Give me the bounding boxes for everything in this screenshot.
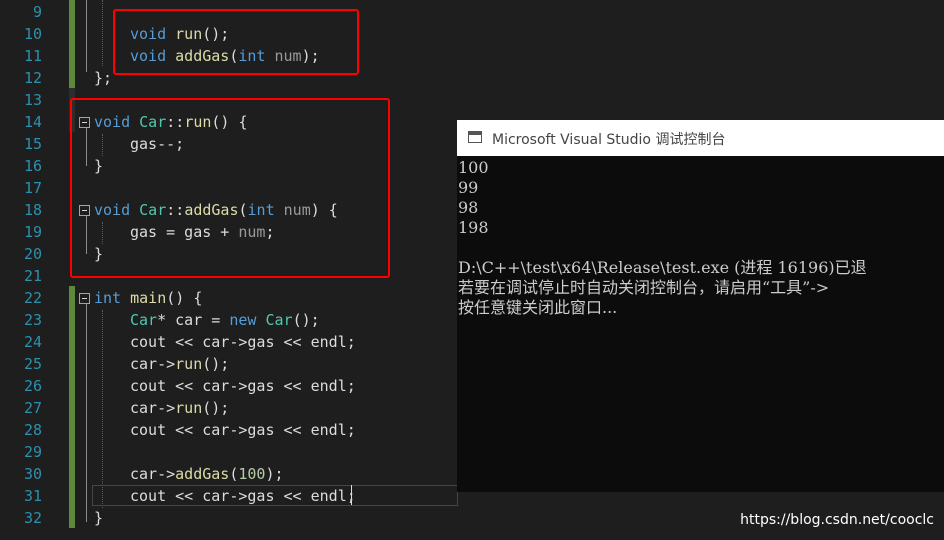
structure-line — [86, 0, 87, 72]
code-line: car->addGas(100); — [130, 465, 284, 483]
code-line: int main() { — [94, 289, 203, 307]
line-number: 32 — [23, 509, 42, 527]
console-line: 99 — [458, 178, 479, 197]
console-title-bar[interactable]: Microsoft Visual Studio 调试控制台 — [457, 120, 944, 156]
line-number: 28 — [23, 421, 42, 439]
console-line: 100 — [458, 158, 489, 177]
text-cursor — [351, 485, 352, 505]
code-line: }; — [94, 69, 113, 87]
debug-console-window[interactable]: Microsoft Visual Studio 调试控制台 100 99 98 … — [457, 120, 944, 492]
console-line: 198 — [458, 218, 489, 237]
code-line: car->run(); — [130, 399, 230, 417]
line-number: 25 — [23, 355, 42, 373]
console-title: Microsoft Visual Studio 调试控制台 — [492, 132, 726, 148]
console-output: 100 99 98 198 D:\C++\test\x64\Release\te… — [458, 158, 944, 492]
change-indicator-bar — [69, 286, 75, 528]
line-number: 11 — [23, 47, 42, 65]
collapse-icon[interactable] — [79, 293, 90, 304]
line-number: 16 — [23, 157, 42, 175]
line-number: 19 — [23, 223, 42, 241]
line-number: 24 — [23, 333, 42, 351]
line-number: 29 — [23, 443, 42, 461]
code-line: cout << car->gas << endl; — [130, 377, 356, 395]
indent-guide — [102, 310, 103, 508]
watermark: https://blog.csdn.net/cooclc — [740, 512, 934, 528]
code-line: } — [94, 509, 104, 527]
code-line: cout << car->gas << endl; — [130, 487, 356, 505]
console-line: 98 — [458, 198, 479, 217]
console-line: 若要在调试停止时自动关闭控制台，请启用“工具”-> — [458, 278, 830, 297]
line-number: 31 — [23, 487, 42, 505]
line-number: 30 — [23, 465, 42, 483]
console-app-icon — [468, 131, 482, 143]
change-indicator-bar — [69, 0, 75, 88]
line-number: 15 — [23, 135, 42, 153]
line-number: 21 — [23, 267, 42, 285]
line-number: 23 — [23, 311, 42, 329]
line-number: 14 — [23, 113, 42, 131]
code-line: car->run(); — [130, 355, 230, 373]
line-number: 22 — [23, 289, 42, 307]
line-number: 10 — [23, 25, 42, 43]
line-number: 26 — [23, 377, 42, 395]
code-line: Car* car = new Car(); — [130, 311, 320, 329]
line-number: 9 — [32, 3, 42, 21]
line-number: 12 — [23, 69, 42, 87]
line-number: 18 — [23, 201, 42, 219]
structure-line — [86, 304, 87, 522]
console-line: D:\C++\test\x64\Release\test.exe (进程 161… — [458, 258, 867, 277]
highlight-box-definitions — [70, 98, 390, 278]
highlight-box-declarations — [113, 9, 359, 75]
code-line: cout << car->gas << endl; — [130, 333, 356, 351]
line-number: 27 — [23, 399, 42, 417]
console-line: 按任意键关闭此窗口... — [458, 298, 618, 317]
line-number: 17 — [23, 179, 42, 197]
line-number: 13 — [23, 91, 42, 109]
line-number: 20 — [23, 245, 42, 263]
indent-guide — [102, 0, 103, 66]
code-line: cout << car->gas << endl; — [130, 421, 356, 439]
